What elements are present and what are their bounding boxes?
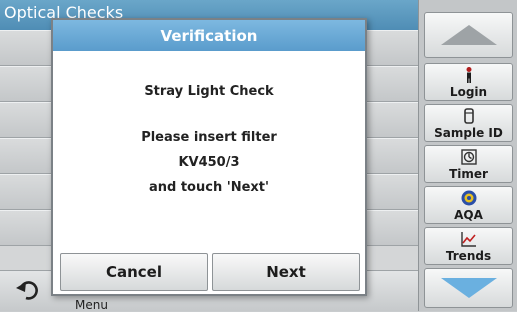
login-button[interactable]: Login (424, 63, 513, 101)
aqa-button[interactable]: AQA (424, 186, 513, 224)
login-label: Login (449, 84, 488, 99)
sidebar: Login Sample ID Timer AQA Trends (418, 0, 517, 311)
trends-label: Trends (445, 248, 492, 263)
aqa-icon (461, 190, 476, 205)
arrow-down-icon (440, 278, 497, 298)
check-name: Stray Light Check (144, 84, 274, 99)
next-button[interactable]: Next (212, 253, 360, 291)
back-arrow-icon (16, 281, 38, 300)
aqa-label: AQA (454, 207, 483, 222)
arrow-up-icon (440, 25, 497, 45)
timer-icon (460, 148, 477, 165)
back-button[interactable] (2, 270, 54, 310)
timer-button[interactable]: Timer (424, 145, 513, 183)
dialog-title: Verification (53, 20, 365, 51)
sample-id-button[interactable]: Sample ID (424, 104, 513, 142)
sample-vial-icon (463, 107, 474, 124)
instruction-line: Please insert filter (141, 130, 277, 145)
cancel-button[interactable]: Cancel (60, 253, 208, 291)
scroll-down-button[interactable] (424, 268, 513, 308)
sample-id-label: Sample ID (434, 125, 503, 140)
trends-button[interactable]: Trends (424, 227, 513, 265)
timer-label: Timer (449, 166, 488, 181)
instruction-line: and touch 'Next' (148, 180, 269, 195)
scroll-up-button[interactable] (424, 12, 513, 58)
trends-chart-icon (460, 231, 476, 247)
filter-name: KV450/3 (178, 155, 240, 170)
person-icon (466, 66, 471, 83)
menu-label[interactable]: Menu (75, 298, 108, 312)
screen: Optical Checks Menu Login Sample ID Time… (0, 0, 517, 312)
verification-dialog: Verification Stray Light Check Please in… (51, 18, 367, 296)
